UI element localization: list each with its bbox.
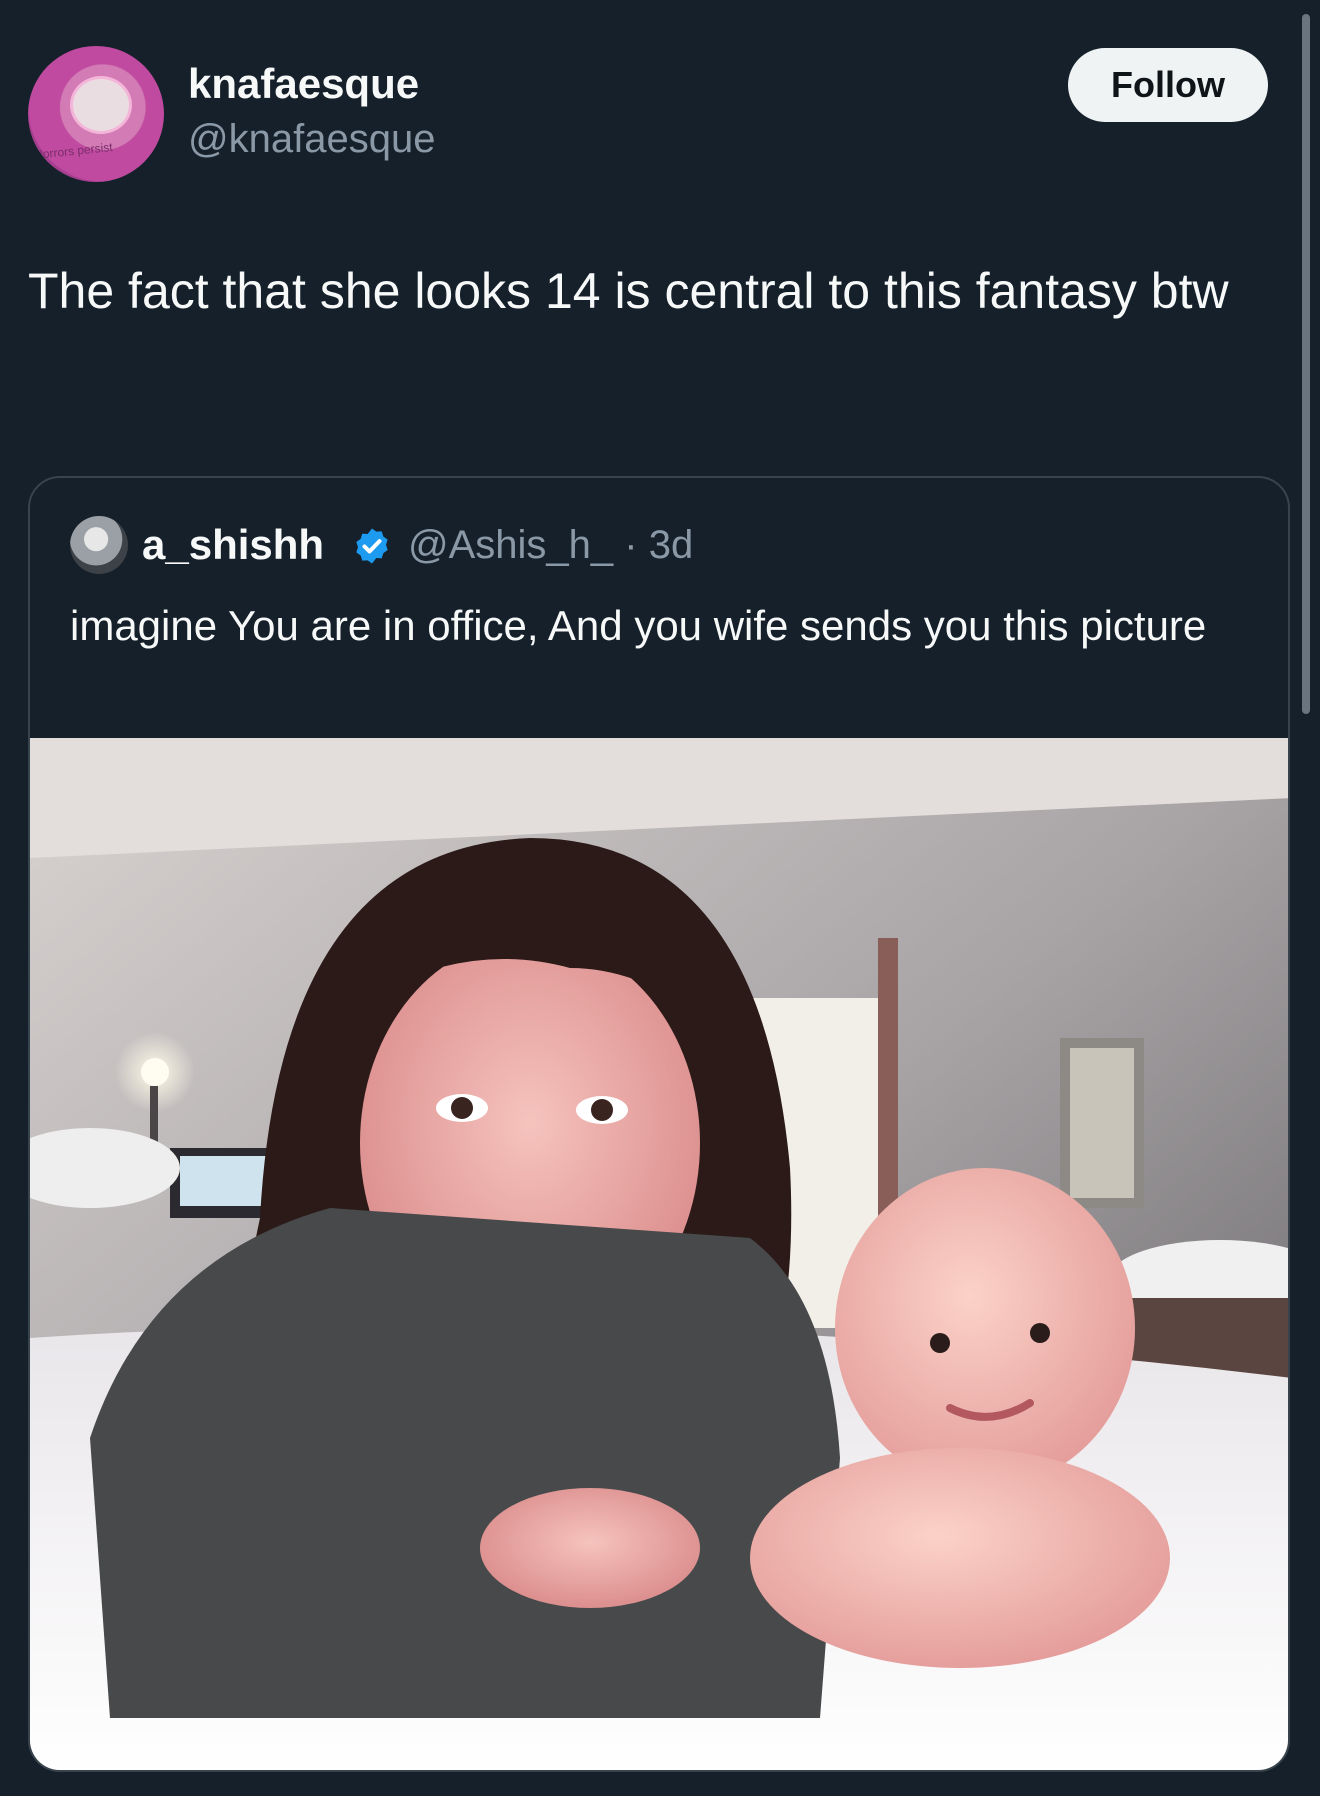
tweet-text: The fact that she looks 14 is central to… (28, 263, 1229, 319)
quoted-tweet-text: imagine You are in office, And you wife … (70, 602, 1207, 649)
author-handle[interactable]: @knafaesque (188, 116, 435, 162)
photo-illustration (30, 738, 1288, 1770)
avatar-caption: Horrors persist (33, 139, 114, 163)
quoted-author-handle-time[interactable]: @Ashis_h_ · 3d (408, 520, 693, 570)
quoted-tweet[interactable]: a_shishh @Ashis_h_ · 3d imagine You are … (28, 476, 1290, 1772)
quoted-author-display-name[interactable]: a_shishh (142, 520, 324, 570)
user-avatar[interactable]: Horrors persist (28, 46, 164, 182)
avatar-figure (70, 76, 132, 134)
tweet-card: Horrors persist knafaesque @knafaesque F… (0, 0, 1320, 1796)
verified-badge-icon (356, 528, 388, 564)
scrollbar[interactable] (1302, 14, 1310, 714)
follow-button[interactable]: Follow (1068, 48, 1268, 122)
quoted-author-avatar[interactable] (70, 516, 128, 574)
quoted-tweet-photo[interactable] (30, 738, 1288, 1770)
author-display-name[interactable]: knafaesque (188, 60, 419, 108)
